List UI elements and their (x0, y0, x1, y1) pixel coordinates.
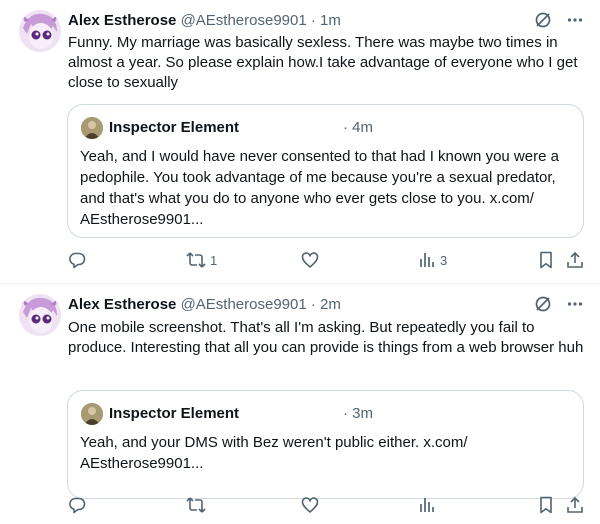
quote-text: Yeah, and your DMS with Bez weren't publ… (80, 434, 468, 472)
quote-timestamp: · 3m (343, 405, 373, 422)
quote-text: Yeah, and I would have never consented t… (80, 148, 559, 228)
quoted-tweet[interactable]: Inspector Element · 4m Yeah, and I would… (67, 104, 584, 238)
more-icon[interactable] (566, 295, 584, 313)
separator: · (310, 296, 316, 313)
author-name[interactable]: Alex Estherose (68, 296, 176, 313)
views-icon (420, 498, 434, 512)
author-handle[interactable]: @AEstherose9901 (181, 12, 307, 29)
like-button[interactable] (301, 496, 319, 514)
bookmark-button[interactable] (537, 496, 555, 514)
repost-icon (186, 252, 206, 268)
repost-icon (186, 497, 206, 513)
reply-icon (69, 497, 86, 514)
share-icon (567, 496, 583, 513)
author-avatar[interactable] (19, 294, 61, 336)
repost-count: 1 (210, 252, 218, 268)
bookmark-icon (540, 251, 552, 269)
views-button[interactable] (418, 496, 440, 514)
views-button[interactable]: 3 (418, 251, 447, 269)
reply-icon (69, 252, 86, 269)
like-icon (301, 497, 319, 513)
action-bar: 1 3 (68, 251, 586, 271)
quote-author-name: Inspector Element (109, 119, 240, 136)
bookmark-button[interactable] (537, 251, 555, 269)
quoted-tweet[interactable]: Inspector Element · 3m Yeah, and your DM… (67, 390, 584, 499)
separator: · (310, 12, 316, 29)
action-bar (68, 496, 586, 516)
tweet[interactable]: Alex Estherose @AEstherose9901 · 1m Funn… (0, 0, 600, 284)
share-icon (567, 251, 583, 268)
repost-button[interactable]: 1 (186, 251, 217, 269)
tweet-text: One mobile screenshot. That's all I'm as… (68, 319, 584, 356)
like-icon (301, 252, 319, 268)
author-name[interactable]: Alex Estherose (68, 12, 176, 29)
tweet[interactable]: Alex Estherose @AEstherose9901 · 2m One … (0, 284, 600, 524)
views-icon (420, 253, 434, 267)
author-avatar[interactable] (19, 10, 61, 52)
bookmark-icon (540, 496, 552, 514)
quote-timestamp: · 4m (343, 119, 373, 136)
grok-icon[interactable] (534, 11, 552, 29)
author-handle[interactable]: @AEstherose9901 (181, 296, 307, 313)
quote-author-avatar (81, 117, 103, 139)
grok-icon[interactable] (534, 295, 552, 313)
share-button[interactable] (566, 496, 584, 514)
views-count: 3 (440, 252, 448, 268)
timestamp[interactable]: 2m (320, 296, 341, 313)
reply-button[interactable] (68, 251, 86, 269)
tweet-text: Funny. My marriage was basically sexless… (68, 34, 578, 91)
reply-button[interactable] (68, 496, 86, 514)
share-button[interactable] (566, 251, 584, 269)
repost-button[interactable] (186, 496, 210, 514)
like-button[interactable] (301, 251, 319, 269)
quote-author-avatar (81, 403, 103, 425)
timestamp[interactable]: 1m (320, 12, 341, 29)
more-icon[interactable] (566, 11, 584, 29)
quote-author-name: Inspector Element (109, 405, 240, 422)
